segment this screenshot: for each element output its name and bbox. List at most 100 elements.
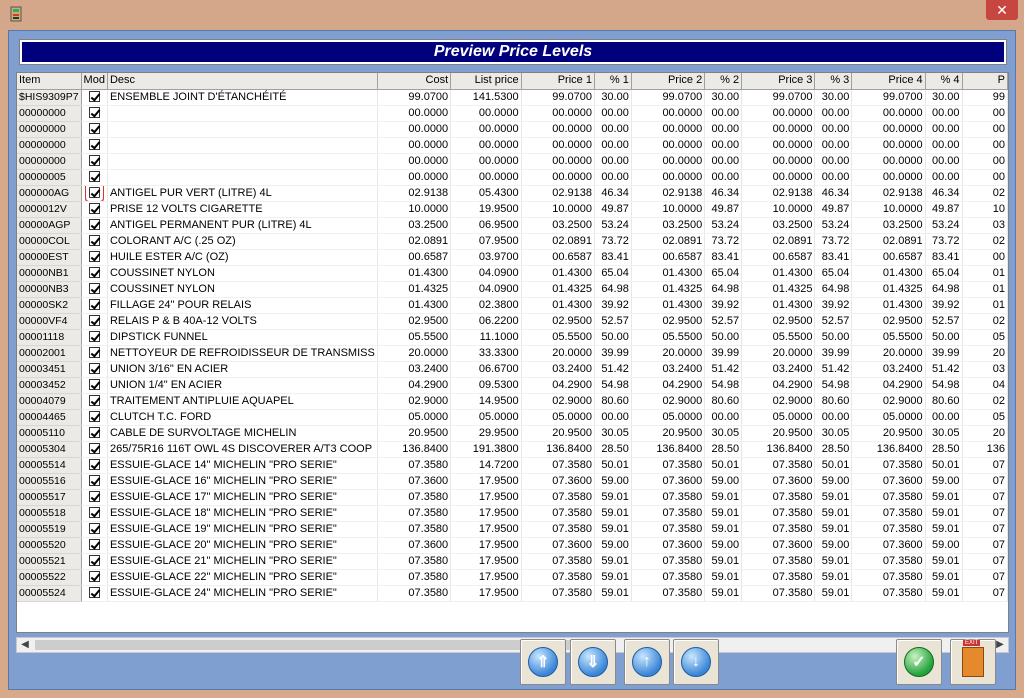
- column-header[interactable]: Price 4: [851, 73, 926, 90]
- description-cell[interactable]: CLUTCH T.C. FORD: [107, 409, 378, 426]
- table-row[interactable]: 00000VF4 RELAIS P & B 40A-12 VOLTS 02.9500…: [17, 313, 1008, 330]
- table-row[interactable]: 00004079 TRAITEMENT ANTIPLUIE AQUAPEL 02.9…: [17, 393, 1008, 410]
- value-cell[interactable]: 30.00: [594, 89, 632, 106]
- mod-checkbox[interactable]: [88, 91, 100, 103]
- value-cell[interactable]: 59.01: [704, 489, 743, 506]
- value-cell[interactable]: 59.01: [925, 521, 963, 538]
- description-cell[interactable]: ESSUIE-GLACE 20" MICHELIN "PRO SERIE": [107, 537, 378, 554]
- value-cell[interactable]: 30.05: [594, 425, 632, 442]
- mod-cell[interactable]: [81, 553, 108, 570]
- value-cell[interactable]: 30.05: [814, 425, 853, 442]
- value-cell[interactable]: 00.0000: [521, 121, 595, 138]
- value-cell[interactable]: 54.98: [704, 377, 743, 394]
- description-cell[interactable]: ESSUIE-GLACE 24" MICHELIN "PRO SERIE": [107, 585, 378, 602]
- value-cell[interactable]: 20.0000: [521, 345, 595, 362]
- mod-checkbox[interactable]: [88, 315, 100, 327]
- value-cell[interactable]: 59.01: [594, 505, 632, 522]
- value-cell[interactable]: 00.00: [704, 169, 743, 186]
- value-cell[interactable]: 07.3580: [377, 505, 452, 522]
- item-code-cell[interactable]: 00002001: [17, 345, 82, 362]
- value-cell[interactable]: 01.4325: [851, 281, 926, 298]
- value-cell[interactable]: 83.41: [814, 249, 853, 266]
- item-code-cell[interactable]: 00000000: [17, 153, 82, 170]
- value-cell[interactable]: 07.3580: [631, 521, 706, 538]
- value-cell[interactable]: 00.6587: [851, 249, 926, 266]
- column-header[interactable]: Desc: [107, 73, 378, 90]
- table-row[interactable]: 00005516 ESSUIE-GLACE 16" MICHELIN "PRO S…: [17, 473, 1008, 490]
- value-cell[interactable]: 07: [962, 521, 1008, 538]
- item-code-cell[interactable]: 0000012V: [17, 201, 82, 218]
- horizontal-scrollbar[interactable]: ◀ ▶: [16, 637, 1009, 653]
- mod-cell[interactable]: [81, 201, 108, 218]
- value-cell[interactable]: 05.5500: [851, 329, 926, 346]
- value-cell[interactable]: 07.9500: [450, 233, 522, 250]
- description-cell[interactable]: RELAIS P & B 40A-12 VOLTS: [107, 313, 378, 330]
- value-cell[interactable]: 80.60: [814, 393, 853, 410]
- value-cell[interactable]: 136.8400: [741, 441, 816, 458]
- description-cell[interactable]: COLORANT A/C (.25 OZ): [107, 233, 378, 250]
- value-cell[interactable]: 05.0000: [450, 409, 522, 426]
- mod-cell[interactable]: [81, 233, 108, 250]
- mod-checkbox[interactable]: [88, 283, 100, 295]
- value-cell[interactable]: 01.4300: [741, 265, 816, 282]
- value-cell[interactable]: 05.0000: [521, 409, 595, 426]
- description-cell[interactable]: [107, 121, 378, 138]
- value-cell[interactable]: 99.0700: [851, 89, 926, 106]
- value-cell[interactable]: 73.72: [594, 233, 632, 250]
- value-cell[interactable]: 03.2400: [377, 361, 452, 378]
- column-header[interactable]: Item: [17, 73, 82, 90]
- mod-cell[interactable]: [81, 169, 108, 186]
- mod-checkbox[interactable]: [88, 123, 100, 135]
- value-cell[interactable]: 59.01: [594, 489, 632, 506]
- value-cell[interactable]: 00: [962, 249, 1008, 266]
- value-cell[interactable]: 00.0000: [741, 121, 816, 138]
- description-cell[interactable]: ESSUIE-GLACE 17" MICHELIN "PRO SERIE": [107, 489, 378, 506]
- item-code-cell[interactable]: 00000000: [17, 121, 82, 138]
- value-cell[interactable]: 10.0000: [741, 201, 816, 218]
- value-cell[interactable]: 02.9000: [377, 393, 452, 410]
- value-cell[interactable]: 02.9000: [851, 393, 926, 410]
- description-cell[interactable]: ESSUIE-GLACE 22" MICHELIN "PRO SERIE": [107, 569, 378, 586]
- value-cell[interactable]: 59.00: [814, 537, 853, 554]
- mod-checkbox[interactable]: [88, 571, 100, 583]
- table-row[interactable]: 00000000 00.0000 00.0000 00.0000 00.00 00.000…: [17, 121, 1008, 138]
- item-code-cell[interactable]: 00000000: [17, 137, 82, 154]
- mod-cell[interactable]: [81, 537, 108, 554]
- value-cell[interactable]: 46.34: [594, 185, 632, 202]
- mod-checkbox[interactable]: [88, 347, 100, 359]
- value-cell[interactable]: 07.3580: [741, 521, 816, 538]
- value-cell[interactable]: 50.00: [925, 329, 963, 346]
- value-cell[interactable]: 00.00: [925, 121, 963, 138]
- value-cell[interactable]: 07: [962, 457, 1008, 474]
- mod-cell[interactable]: [81, 185, 108, 202]
- item-code-cell[interactable]: 00003451: [17, 361, 82, 378]
- value-cell[interactable]: 59.00: [594, 473, 632, 490]
- table-row[interactable]: 00000EST HUILE ESTER A/C (OZ) 00.6587 03.97…: [17, 249, 1008, 266]
- value-cell[interactable]: 04.2900: [741, 377, 816, 394]
- description-cell[interactable]: ESSUIE-GLACE 18" MICHELIN "PRO SERIE": [107, 505, 378, 522]
- value-cell[interactable]: 07.3600: [851, 473, 926, 490]
- value-cell[interactable]: 07: [962, 473, 1008, 490]
- description-cell[interactable]: 265/75R16 116T OWL 4S DISCOVERER A/T3 CO…: [107, 441, 378, 458]
- value-cell[interactable]: 136.8400: [377, 441, 452, 458]
- first-page-button[interactable]: ⇑: [520, 639, 566, 685]
- value-cell[interactable]: 49.87: [925, 201, 963, 218]
- description-cell[interactable]: PRISE 12 VOLTS CIGARETTE: [107, 201, 378, 218]
- column-header[interactable]: Price 2: [631, 73, 706, 90]
- value-cell[interactable]: 07.3580: [741, 505, 816, 522]
- value-cell[interactable]: 20: [962, 345, 1008, 362]
- mod-cell[interactable]: [81, 473, 108, 490]
- value-cell[interactable]: 07.3580: [741, 569, 816, 586]
- mod-checkbox[interactable]: [88, 555, 100, 567]
- table-row[interactable]: 00005519 ESSUIE-GLACE 19" MICHELIN "PRO S…: [17, 521, 1008, 538]
- exit-button[interactable]: EXIT: [950, 639, 996, 685]
- value-cell[interactable]: 02: [962, 313, 1008, 330]
- value-cell[interactable]: 01.4300: [851, 265, 926, 282]
- value-cell[interactable]: 09.5300: [450, 377, 522, 394]
- value-cell[interactable]: 02.9138: [377, 185, 452, 202]
- table-row[interactable]: 00005524 ESSUIE-GLACE 24" MICHELIN "PRO S…: [17, 585, 1008, 602]
- value-cell[interactable]: 02: [962, 185, 1008, 202]
- value-cell[interactable]: 39.99: [594, 345, 632, 362]
- item-code-cell[interactable]: $HIS9309P7: [17, 89, 82, 106]
- item-code-cell[interactable]: 00005519: [17, 521, 82, 538]
